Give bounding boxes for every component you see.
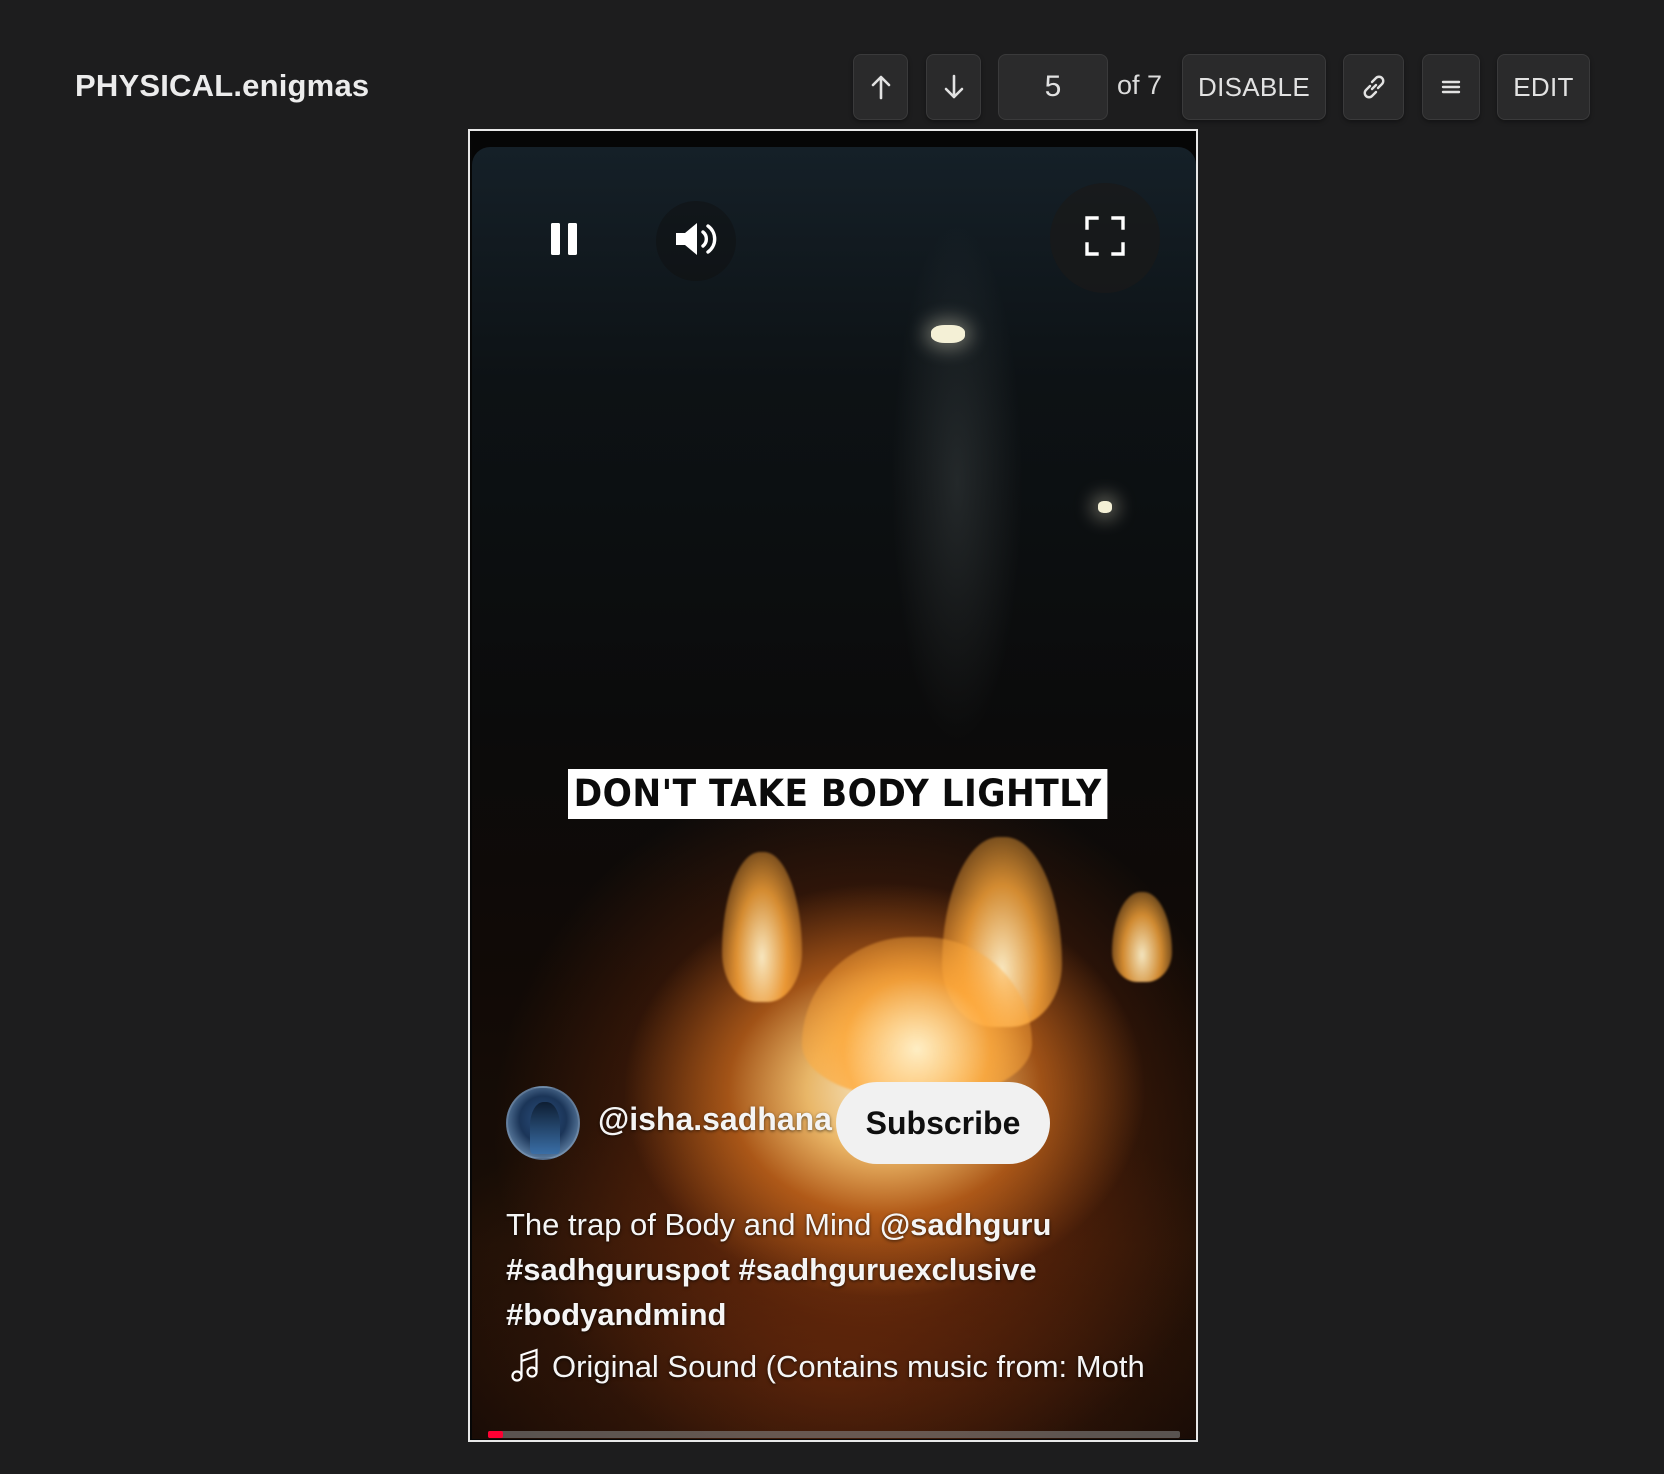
volume-button[interactable] — [656, 201, 736, 281]
flame — [1112, 892, 1172, 982]
edit-button[interactable]: EDIT — [1497, 54, 1590, 120]
video-description: The trap of Body and Mind @sadhguru #sad… — [506, 1202, 1146, 1337]
hashtags[interactable]: #sadhguruspot #sadhguruexclusive #bodyan… — [506, 1252, 1037, 1332]
channel-row: @isha.sadhana Subscribe — [506, 1082, 1066, 1164]
total-count-label: of 7 — [1117, 70, 1163, 100]
index-input[interactable] — [998, 54, 1108, 120]
link-icon — [1359, 72, 1389, 102]
street-lamp — [1098, 501, 1112, 513]
sound-label: Original Sound (Contains music from: Mot… — [552, 1349, 1145, 1384]
menu-icon — [1441, 78, 1461, 96]
street-lamp — [931, 325, 965, 343]
music-note-icon — [510, 1347, 542, 1388]
arrow-up-icon — [870, 74, 892, 100]
move-down-button[interactable] — [926, 54, 981, 120]
copy-link-button[interactable] — [1343, 54, 1404, 120]
sound-row[interactable]: Original Sound (Contains music from: Mot… — [510, 1345, 1180, 1389]
page-title: PHYSICAL.enigmas — [75, 68, 370, 103]
fullscreen-button[interactable] — [1050, 183, 1160, 293]
video-caption: DON'T TAKE BODY LIGHTLY — [568, 769, 1108, 819]
subscribe-button[interactable]: Subscribe — [836, 1082, 1050, 1164]
avatar[interactable] — [506, 1086, 580, 1160]
progress-fill — [488, 1431, 504, 1438]
video-player[interactable]: DON'T TAKE BODY LIGHTLY @isha.sadhana Su… — [472, 147, 1196, 1439]
pause-button[interactable] — [526, 203, 602, 279]
pause-icon — [549, 222, 579, 261]
channel-handle[interactable]: @isha.sadhana — [598, 1101, 832, 1138]
description-text: The trap of Body and Mind — [506, 1207, 880, 1242]
progress-bar[interactable] — [488, 1431, 1180, 1438]
fullscreen-icon — [1084, 215, 1126, 262]
page: PHYSICAL.enigmas of 7 DISABLE EDIT — [0, 0, 1664, 1474]
mention-link[interactable]: @sadhguru — [880, 1207, 1051, 1242]
menu-button[interactable] — [1422, 54, 1480, 120]
volume-icon — [673, 219, 719, 264]
flame — [722, 852, 802, 1002]
arrow-down-icon — [943, 74, 965, 100]
video-frame: DON'T TAKE BODY LIGHTLY @isha.sadhana Su… — [468, 129, 1198, 1442]
disable-button[interactable]: DISABLE — [1182, 54, 1326, 120]
move-up-button[interactable] — [853, 54, 908, 120]
